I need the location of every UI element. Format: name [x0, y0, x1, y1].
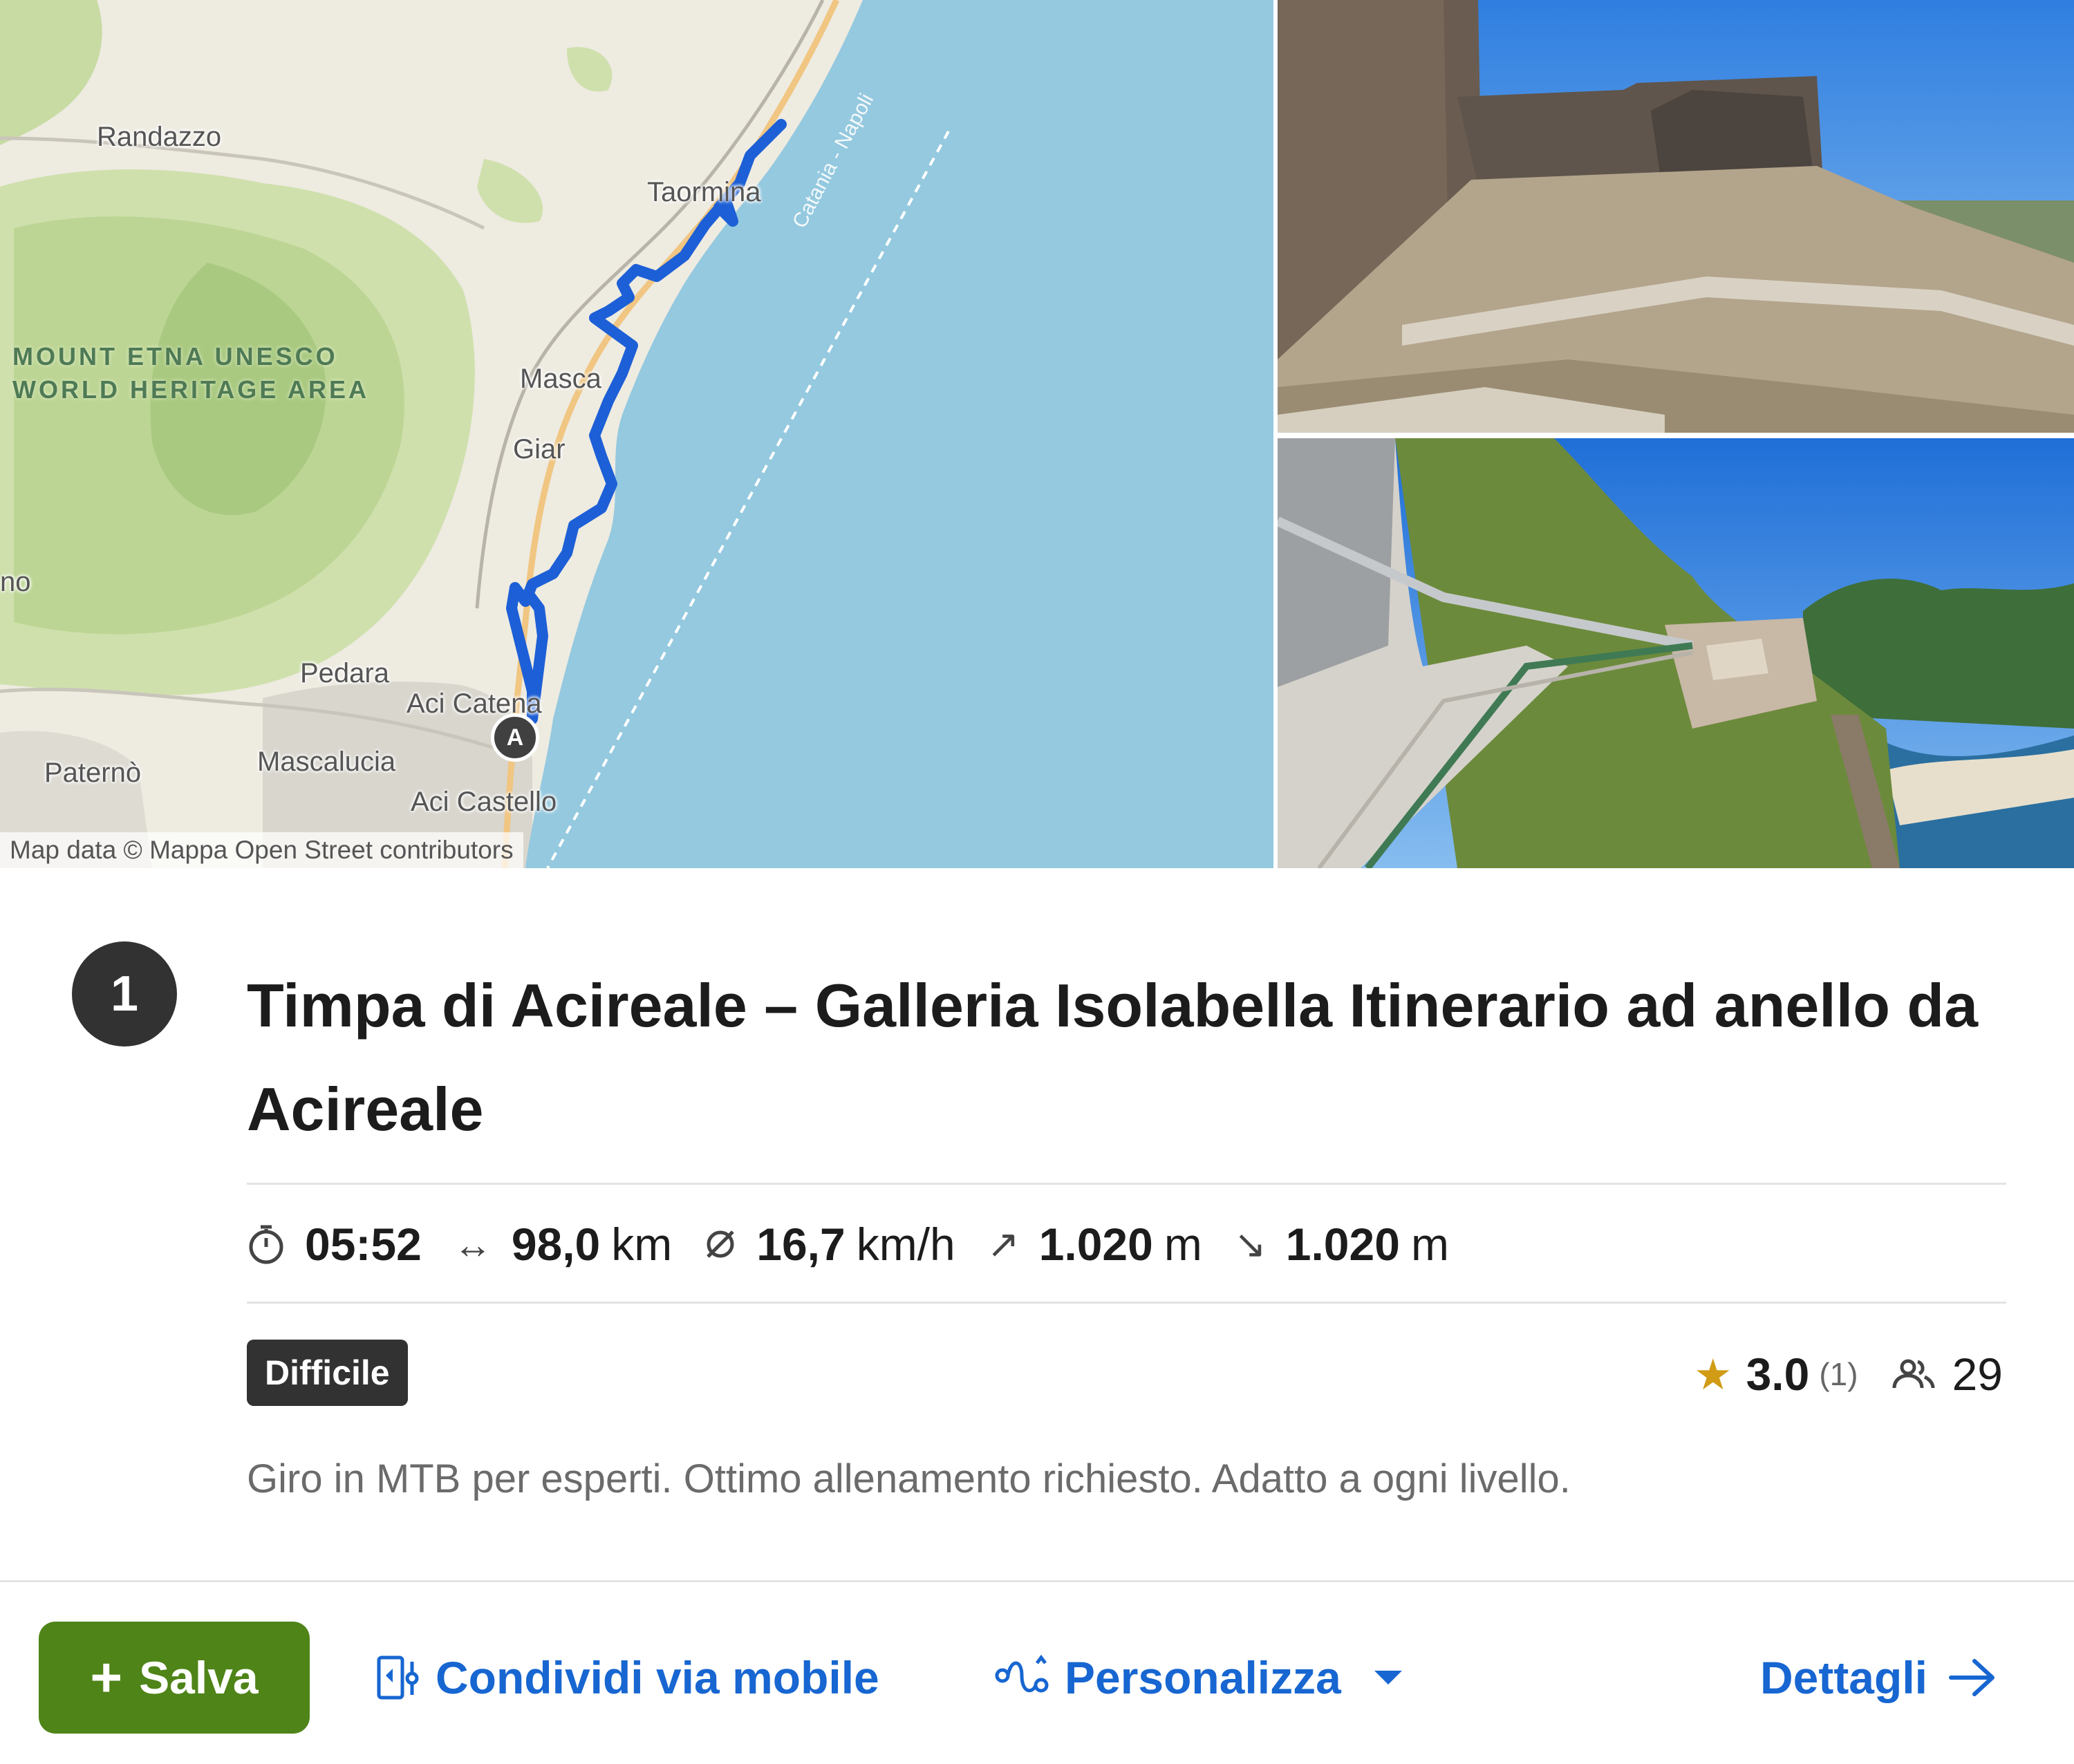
speed-value: 16,7	[756, 1219, 846, 1270]
phone-share-icon	[377, 1655, 419, 1700]
people-icon	[1890, 1359, 1936, 1389]
ascent-value: 1.020	[1038, 1219, 1153, 1270]
ascent-arrow-icon: ↗	[987, 1222, 1020, 1266]
map-label-giarre: Giar	[513, 434, 566, 465]
map-label-pedara: Pedara	[300, 658, 389, 688]
descent-unit: m	[1410, 1219, 1449, 1270]
stat-duration: 05:52	[247, 1218, 422, 1270]
rating-value: 3.0	[1746, 1349, 1810, 1400]
plus-icon: +	[90, 1646, 123, 1708]
tour-rating[interactable]: ★ 3.0 (1) 29	[1694, 1341, 2003, 1407]
visitors-count: 29	[1952, 1349, 2003, 1400]
footer-divider	[0, 1580, 2074, 1582]
tour-stats: 05:52 ↔ 98,0 km 16,7 km/h ↗ 1.020 m ↘ 1.…	[247, 1210, 1481, 1279]
stat-distance: ↔ 98,0 km	[454, 1218, 672, 1270]
tour-description: Giro in MTB per esperti. Ottimo allename…	[247, 1456, 1571, 1501]
stopwatch-icon	[247, 1223, 286, 1265]
stat-descent: ↘ 1.020 m	[1234, 1218, 1449, 1270]
stat-ascent: ↗ 1.020 m	[987, 1218, 1202, 1270]
map-label-taormina: Taormina	[647, 177, 761, 207]
etna-label-line-1: MOUNT ETNA UNESCO	[12, 342, 338, 370]
save-button[interactable]: + Salva	[39, 1622, 310, 1734]
distance-value: 98,0	[511, 1219, 601, 1270]
star-icon: ★	[1694, 1351, 1732, 1399]
descent-value: 1.020	[1285, 1219, 1400, 1270]
descent-arrow-icon: ↘	[1233, 1222, 1267, 1266]
details-link[interactable]: Dettagli	[1760, 1622, 1997, 1734]
stats-divider-bottom	[247, 1302, 2006, 1304]
duration-value: 05:52	[305, 1219, 422, 1270]
stat-speed: 16,7 km/h	[704, 1218, 955, 1270]
details-link-label: Dettagli	[1759, 1652, 1927, 1703]
map-label-aci-castello: Aci Castello	[411, 787, 557, 817]
share-button-label: Condividi via mobile	[436, 1652, 879, 1703]
map-label-etna-area: MOUNT ETNA UNESCO WORLD HERITAGE AREA	[12, 340, 369, 406]
route-map[interactable]: Randazzo Taormina Masca Giar no Pedara A…	[0, 0, 1273, 868]
start-marker[interactable]: A	[491, 713, 539, 762]
share-via-mobile-button[interactable]: Condividi via mobile	[376, 1622, 879, 1734]
stats-divider-top	[247, 1183, 2006, 1185]
distance-arrows-icon: ↔	[453, 1222, 492, 1266]
distance-unit: km	[611, 1219, 673, 1270]
map-label-mascali: Masca	[520, 364, 601, 394]
map-label-paterno: Paternò	[44, 758, 142, 788]
chevron-down-icon	[1374, 1671, 1402, 1685]
etna-label-line-2: WORLD HERITAGE AREA	[12, 375, 369, 404]
tour-media: Randazzo Taormina Masca Giar no Pedara A…	[0, 0, 2074, 868]
arrow-right-icon	[1949, 1659, 1994, 1696]
coastal-cycle-path-photo[interactable]	[1278, 438, 2074, 868]
speed-unit: km/h	[856, 1219, 955, 1270]
save-button-label: Salva	[139, 1652, 259, 1703]
ascent-unit: m	[1164, 1219, 1202, 1270]
map-label-randazzo: Randazzo	[97, 122, 222, 152]
difficulty-badge: Difficile	[247, 1340, 408, 1406]
map-attribution[interactable]: Map data © Mappa Open Street contributor…	[0, 832, 523, 868]
customize-button-label: Personalizza	[1065, 1652, 1341, 1703]
castle-ruins-photo[interactable]	[1278, 0, 2074, 433]
map-label-mascalucia: Mascalucia	[257, 747, 396, 777]
tour-rank-badge: 1	[72, 941, 177, 1047]
route-customize-icon	[995, 1655, 1049, 1693]
map-label-bronte: no	[0, 567, 31, 597]
customize-button[interactable]: Personalizza	[994, 1622, 1402, 1734]
average-speed-icon	[704, 1228, 737, 1261]
tour-title[interactable]: Timpa di Acireale – Galleria Isolabella …	[247, 954, 1989, 1161]
rating-count: (1)	[1819, 1356, 1858, 1392]
